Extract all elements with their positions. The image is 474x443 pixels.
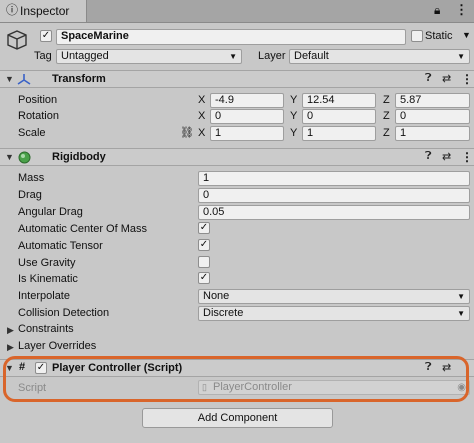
auto-tensor-label: Automatic Tensor [18,240,103,252]
layer-value: Default [294,50,329,62]
object-picker-icon: ◉ [457,382,466,393]
scale-label: Scale [18,127,46,139]
rotation-z-field[interactable]: 0 [395,109,470,124]
z-axis-label[interactable]: Z [383,110,390,122]
info-icon: ⓘ [6,3,19,17]
tab-title: Inspector [20,4,70,18]
drag-label: Drag [18,189,42,201]
auto-com-label: Automatic Center Of Mass [18,223,147,235]
player-controller-title: Player Controller (Script) [52,362,183,374]
component-menu-icon[interactable]: ⋮ [461,150,473,164]
y-axis-label[interactable]: Y [290,94,297,106]
transform-header[interactable]: ▼ Transform ❓︎ ⇄ ⋮ [0,70,474,88]
scale-y-field[interactable]: 1 [302,126,376,141]
use-gravity-label: Use Gravity [18,257,76,269]
script-value: PlayerController [213,381,292,393]
component-menu-icon[interactable]: ⋮ [461,361,473,375]
tag-label: Tag [34,50,52,62]
lock-icon[interactable]: 🔒︎ [434,3,440,18]
help-icon[interactable]: ❓︎ [425,361,432,374]
script-enabled-checkbox[interactable]: ✓ [35,362,47,374]
x-axis-label[interactable]: X [198,127,205,139]
foldout-collapsed-icon[interactable]: ▶ [7,325,14,336]
rotation-label: Rotation [18,110,59,122]
mass-label: Mass [18,172,45,184]
scale-x-field[interactable]: 1 [210,126,284,141]
static-dropdown-arrow-icon[interactable]: ▼ [462,30,471,40]
is-kinematic-checkbox[interactable]: ✓ [198,272,210,284]
link-icon[interactable]: ⛓ [180,126,194,139]
gameobject-cube-icon [7,30,27,50]
foldout-expanded-icon[interactable]: ▼ [5,152,14,162]
foldout-expanded-icon[interactable]: ▼ [5,74,14,84]
angular-drag-label: Angular Drag [18,206,83,218]
x-axis-label[interactable]: X [198,94,205,106]
static-label: Static [425,30,453,42]
help-icon[interactable]: ❓︎ [425,150,432,163]
auto-com-checkbox[interactable]: ✓ [198,222,210,234]
tab-inspector[interactable]: ⓘ Inspector [0,0,87,22]
gameobject-header: ✓ SpaceMarine Static ▼ Tag Untagged ▼ Lay… [0,23,474,67]
mass-field[interactable]: 1 [198,171,470,186]
position-label: Position [18,94,58,106]
y-axis-label[interactable]: Y [290,110,297,122]
rigidbody-title: Rigidbody [52,151,106,163]
add-component-button[interactable]: Add Component [142,408,333,428]
z-axis-label[interactable]: Z [383,94,390,106]
foldout-collapsed-icon[interactable]: ▶ [7,342,14,353]
z-axis-label[interactable]: Z [383,127,390,139]
rigidbody-header[interactable]: ▼ Rigidbody ❓︎ ⇄ ⋮ [0,148,474,166]
player-controller-header[interactable]: ▼ # ✓ Player Controller (Script) ❓︎ ⇄ ⋮ [0,359,474,377]
interpolate-dropdown[interactable]: None ▼ [198,289,470,304]
rotation-x-field[interactable]: 0 [210,109,284,124]
constraints-foldout[interactable]: Constraints [18,323,74,335]
collision-detection-value: Discrete [203,307,244,319]
help-icon[interactable]: ❓︎ [425,72,432,85]
position-x-field[interactable]: -4.9 [210,93,284,108]
chevron-down-icon: ▼ [457,52,465,61]
script-file-icon: ▯ [202,382,207,392]
position-z-field[interactable]: 5.87 [395,93,470,108]
auto-tensor-checkbox[interactable]: ✓ [198,239,210,251]
script-label: Script [18,382,47,394]
layer-label: Layer [258,50,286,62]
static-checkbox[interactable] [411,30,423,42]
collision-detection-dropdown[interactable]: Discrete ▼ [198,306,470,321]
layer-overrides-foldout[interactable]: Layer Overrides [18,340,96,352]
foldout-expanded-icon[interactable]: ▼ [5,363,14,373]
layer-dropdown[interactable]: Default ▼ [289,49,470,64]
tag-value: Untagged [61,50,109,62]
rotation-y-field[interactable]: 0 [302,109,376,124]
presets-icon[interactable]: ⇄ [442,150,451,163]
transform-title: Transform [52,73,106,85]
position-y-field[interactable]: 12.54 [302,93,376,108]
interpolate-value: None [203,290,230,302]
tag-dropdown[interactable]: Untagged ▼ [56,49,242,64]
chevron-down-icon: ▼ [457,309,465,318]
gameobject-name-input[interactable]: SpaceMarine [56,29,406,45]
is-kinematic-label: Is Kinematic [18,273,78,285]
presets-icon[interactable]: ⇄ [442,72,451,85]
script-icon: # [19,361,26,373]
collision-detection-label: Collision Detection [18,307,110,319]
y-axis-label[interactable]: Y [290,127,297,139]
rigidbody-icon [18,151,31,164]
drag-field[interactable]: 0 [198,188,470,203]
scale-z-field[interactable]: 1 [395,126,470,141]
chevron-down-icon: ▼ [457,292,465,301]
tab-bar: ⓘ Inspector 🔒︎ ⋮ [0,0,474,23]
chevron-down-icon: ▼ [229,52,237,61]
transform-icon [17,74,31,85]
interpolate-label: Interpolate [18,290,70,302]
script-field: ▯ PlayerController ◉ [198,380,470,395]
menu-icon[interactable]: ⋮ [455,2,468,18]
use-gravity-checkbox[interactable] [198,256,210,268]
active-checkbox[interactable]: ✓ [40,30,52,42]
x-axis-label[interactable]: X [198,110,205,122]
component-menu-icon[interactable]: ⋮ [461,72,473,86]
angular-drag-field[interactable]: 0.05 [198,205,470,220]
presets-icon[interactable]: ⇄ [442,361,451,374]
